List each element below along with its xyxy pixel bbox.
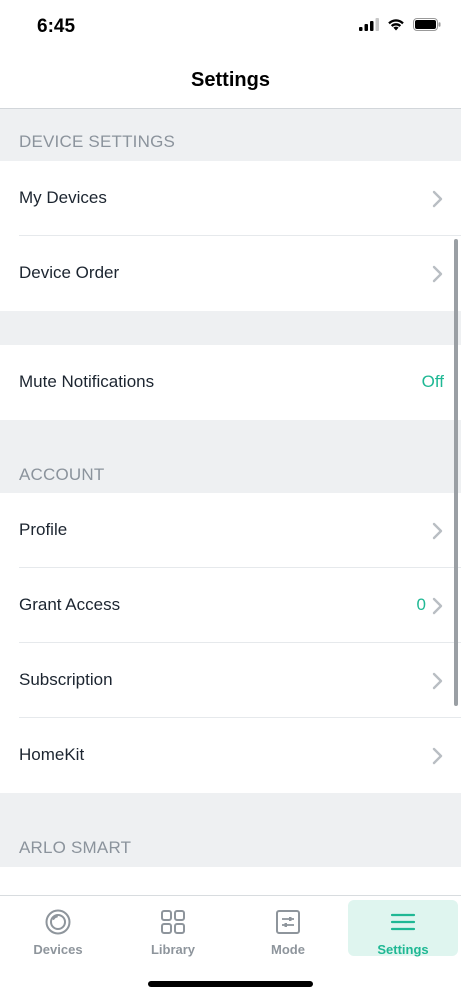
settings-list[interactable]: DEVICE SETTINGS My Devices Device Order … bbox=[0, 109, 461, 895]
camera-lens-icon bbox=[45, 909, 71, 935]
row-label: My Devices bbox=[19, 188, 107, 207]
section-header-device-settings: DEVICE SETTINGS bbox=[0, 109, 461, 161]
mute-notifications-value: Off bbox=[421, 372, 444, 391]
section-header-label: ARLO SMART bbox=[19, 838, 132, 857]
cellular-signal-icon bbox=[359, 18, 379, 31]
chevron-right-icon bbox=[432, 522, 443, 540]
page-title: Settings bbox=[191, 69, 270, 91]
tab-label: Devices bbox=[33, 942, 83, 957]
section-header-label: ACCOUNT bbox=[19, 465, 105, 484]
chevron-right-icon bbox=[432, 597, 443, 615]
row-mute-notifications[interactable]: Mute Notifications Off bbox=[0, 345, 461, 420]
chevron-right-icon bbox=[432, 190, 443, 208]
menu-icon bbox=[390, 913, 416, 931]
tab-settings[interactable]: Settings bbox=[348, 900, 458, 957]
section-header-label: DEVICE SETTINGS bbox=[19, 132, 176, 151]
chevron-right-icon bbox=[432, 265, 443, 283]
row-label: Device Order bbox=[19, 263, 120, 282]
chevron-right-icon bbox=[432, 747, 443, 765]
row-label: Mute Notifications bbox=[19, 372, 155, 391]
grid-icon bbox=[161, 910, 185, 934]
sliders-icon bbox=[276, 910, 300, 934]
row-label: Profile bbox=[19, 520, 68, 539]
wifi-icon bbox=[388, 19, 404, 31]
row-subscription[interactable]: Subscription bbox=[0, 643, 461, 718]
tab-library[interactable]: Library bbox=[118, 900, 228, 957]
tab-label: Library bbox=[150, 942, 196, 957]
home-indicator[interactable] bbox=[148, 981, 313, 987]
status-time: 6:45 bbox=[37, 16, 76, 37]
tab-mode[interactable]: Mode bbox=[233, 900, 343, 957]
status-icons bbox=[359, 18, 441, 31]
tab-label: Mode bbox=[271, 942, 305, 957]
section-header-arlo-smart: ARLO SMART bbox=[0, 793, 461, 867]
row-device-order[interactable]: Device Order bbox=[0, 236, 461, 311]
row-label: Subscription bbox=[19, 670, 113, 689]
row-profile[interactable]: Profile bbox=[0, 493, 461, 568]
battery-icon bbox=[413, 18, 441, 31]
row-label: HomeKit bbox=[19, 745, 85, 764]
tab-devices[interactable]: Devices bbox=[3, 900, 113, 957]
tab-label: Settings bbox=[377, 942, 429, 957]
status-bar: 6:45 bbox=[0, 0, 461, 52]
row-arlo-smart-partial[interactable] bbox=[0, 867, 461, 895]
row-label: Grant Access bbox=[19, 595, 121, 614]
chevron-right-icon bbox=[432, 672, 443, 690]
nav-bar: Settings bbox=[0, 52, 461, 109]
section-header-account: ACCOUNT bbox=[0, 420, 461, 494]
row-grant-access[interactable]: Grant Access 0 bbox=[0, 568, 461, 643]
row-homekit[interactable]: HomeKit bbox=[0, 718, 461, 793]
scrollbar[interactable] bbox=[454, 239, 458, 706]
grant-access-count: 0 bbox=[416, 595, 426, 614]
row-my-devices[interactable]: My Devices bbox=[0, 161, 461, 236]
